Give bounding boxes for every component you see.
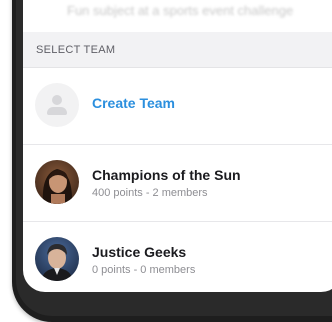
team-avatar-image: [35, 237, 79, 281]
team-avatar: [35, 160, 79, 204]
team-row[interactable]: Justice Geeks 0 points - 0 members: [23, 222, 332, 292]
team-row[interactable]: Champions of the Sun 400 points - 2 memb…: [23, 145, 332, 222]
device-mockup: Fun subject at a sports event challenge …: [0, 0, 332, 322]
user-placeholder-icon: [35, 83, 79, 127]
team-stats: 0 points - 0 members: [92, 264, 196, 276]
section-title: SELECT TEAM: [36, 43, 116, 56]
app-screen: Fun subject at a sports event challenge …: [23, 0, 332, 292]
team-avatar-image: [35, 160, 79, 204]
create-team-row[interactable]: Create Team: [23, 68, 332, 145]
team-name: Champions of the Sun: [92, 167, 241, 183]
user-placeholder-head: [52, 95, 62, 105]
team-stats: 400 points - 2 members: [92, 187, 208, 199]
select-team-header: SELECT TEAM: [23, 32, 332, 68]
team-name: Justice Geeks: [92, 244, 187, 260]
create-team-button[interactable]: Create Team: [92, 95, 175, 111]
user-placeholder-body: [47, 107, 67, 115]
team-avatar: [35, 237, 79, 281]
previous-section-caption: Fun subject at a sports event challenge: [67, 3, 294, 18]
